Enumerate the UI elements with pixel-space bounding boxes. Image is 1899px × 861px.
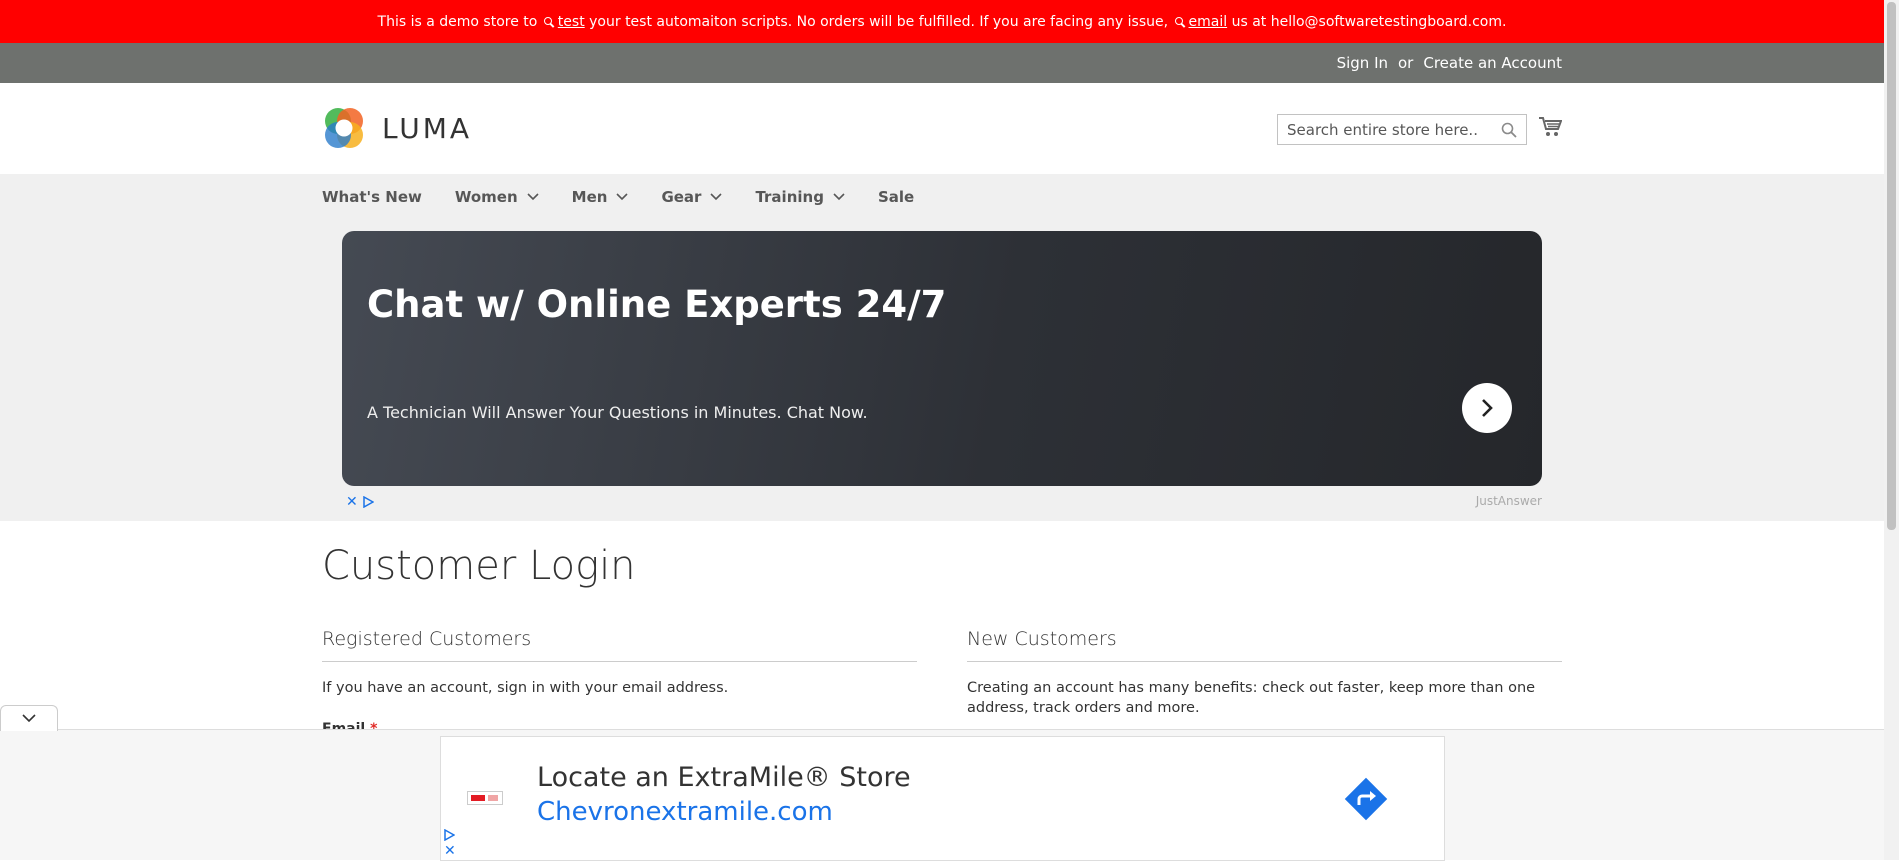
ad-footer: ✕ JustAnswer [342, 494, 1542, 510]
ad-choices-icon[interactable] [362, 496, 374, 508]
ad-next-button[interactable] [1462, 383, 1512, 433]
nav-sale[interactable]: Sale [878, 188, 914, 206]
sign-in-link[interactable]: Sign In [1337, 54, 1388, 72]
chevron-down-icon [710, 193, 723, 201]
nav-training[interactable]: Training [755, 188, 845, 206]
registered-customers-title: Registered Customers [322, 628, 917, 662]
nav-women[interactable]: Women [455, 188, 539, 206]
search-icon [543, 16, 554, 27]
email-link[interactable]: email [1189, 14, 1228, 30]
test-link[interactable]: test [558, 14, 585, 30]
nav-men[interactable]: Men [572, 188, 629, 206]
chat-ad-banner[interactable]: Chat w/ Online Experts 24/7 A Technician… [342, 231, 1542, 486]
navigation-area: What's New Women Men Gear Training Sale … [0, 174, 1884, 521]
ad-choices-icon[interactable] [443, 829, 455, 841]
demo-notice-text-3: us at hello@softwaretestingboard.com. [1231, 13, 1507, 30]
collapse-ad-button[interactable] [0, 705, 58, 731]
nav-label: Women [454, 188, 518, 206]
chevron-down-icon [22, 714, 36, 723]
ad-subtitle: A Technician Will Answer Your Questions … [367, 403, 868, 422]
ad-close-icon[interactable]: ✕ [444, 843, 456, 859]
nav-label: Sale [877, 188, 915, 206]
cart-icon[interactable] [1538, 116, 1563, 142]
ad-close-icon[interactable]: ✕ [346, 494, 358, 510]
nav-label: What's New [322, 188, 422, 206]
demo-notice-bar: This is a demo store to test your test a… [0, 0, 1884, 43]
demo-notice-text-1: This is a demo store to [377, 13, 538, 30]
ad-title: Chat w/ Online Experts 24/7 [367, 283, 947, 326]
bottom-ad-url[interactable]: Chevronextramile.com [537, 797, 833, 827]
demo-notice-text-2: your test automaiton scripts. No orders … [589, 13, 1169, 30]
luma-logo-icon [325, 108, 363, 148]
nav-label: Men [571, 188, 608, 206]
or-text: or [1398, 54, 1414, 72]
nav-label: Gear [661, 188, 702, 206]
nav-gear[interactable]: Gear [661, 188, 723, 206]
nav-label: Training [755, 188, 824, 206]
extramile-logo [467, 791, 503, 805]
logo[interactable]: LUMA [322, 106, 472, 150]
bottom-ad-title: Locate an ExtraMile® Store [537, 762, 911, 793]
search-input[interactable] [1278, 115, 1488, 144]
new-customers-text: Creating an account has many benefits: c… [967, 680, 1536, 716]
scrollbar-thumb[interactable] [1887, 2, 1896, 530]
page-title: Customer Login [322, 543, 636, 589]
main-menu: What's New Women Men Gear Training Sale [322, 188, 947, 206]
new-customers-title: New Customers [967, 628, 1562, 662]
search-box [1277, 114, 1527, 145]
site-header: LUMA [0, 83, 1884, 174]
extramile-ad[interactable]: Locate an ExtraMile® Store Chevronextram… [440, 736, 1445, 861]
new-customers-block: New Customers Creating an account has ma… [967, 628, 1562, 718]
page-scrollbar[interactable] [1884, 0, 1899, 860]
registered-customers-block: Registered Customers If you have an acco… [322, 628, 917, 698]
ad-brand: JustAnswer [1475, 494, 1542, 508]
create-account-link[interactable]: Create an Account [1423, 54, 1562, 72]
directions-icon[interactable] [1341, 774, 1391, 824]
chevron-right-icon [1482, 399, 1493, 417]
chevron-down-icon [527, 193, 539, 201]
panel-header: Sign In or Create an Account [0, 43, 1884, 83]
nav-whats-new[interactable]: What's New [322, 188, 422, 206]
logo-text: LUMA [382, 111, 473, 145]
search-icon[interactable] [1501, 122, 1517, 142]
registered-customers-text: If you have an account, sign in with you… [322, 680, 729, 696]
bottom-ad-bar: Locate an ExtraMile® Store Chevronextram… [0, 729, 1884, 861]
search-icon [1174, 16, 1185, 27]
chevron-down-icon [833, 193, 845, 201]
chevron-down-icon [616, 193, 629, 201]
